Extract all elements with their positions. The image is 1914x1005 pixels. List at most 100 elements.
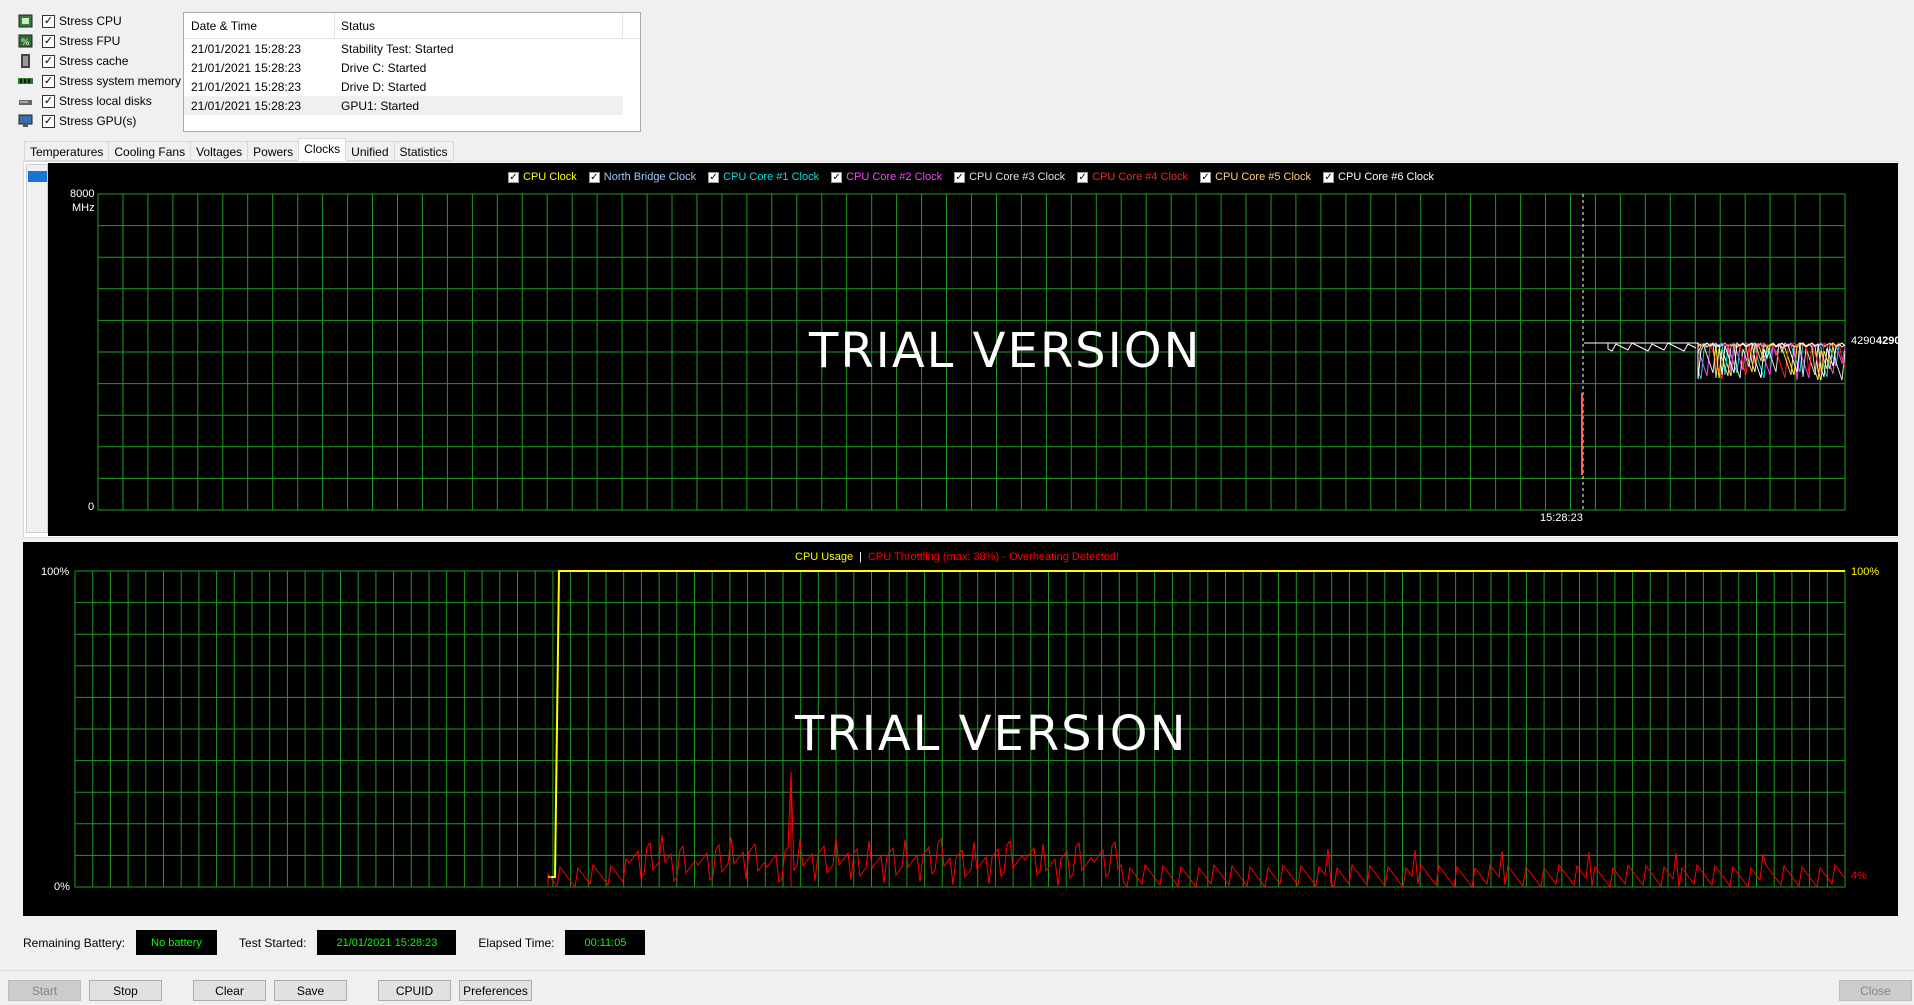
test-started-value: 21/01/2021 15:28:23 [317, 930, 457, 955]
stress-cache-checkbox[interactable]: ✓ [42, 54, 55, 68]
stress-fpu-label: Stress FPU [59, 34, 121, 48]
tab-voltages[interactable]: Voltages [190, 141, 249, 161]
stress-cpu-checkbox[interactable]: ✓ [42, 14, 55, 28]
clock-time-label: 15:28:23 [1540, 512, 1583, 524]
memory-icon [18, 74, 34, 88]
stress-gpu-checkbox[interactable]: ✓ [42, 114, 55, 128]
log-header-status[interactable]: Status [335, 13, 623, 38]
clear-button[interactable]: Clear [193, 980, 266, 1001]
stress-disks-checkbox[interactable]: ✓ [42, 94, 55, 108]
fpu-icon: % [18, 34, 34, 48]
log-row-status: Stability Test: Started [341, 41, 454, 56]
stress-memory-option[interactable]: ✓ Stress system memory [18, 71, 181, 91]
status-bar: Remaining Battery: No battery Test Start… [23, 930, 667, 955]
legend-core5-clock[interactable]: ✓ CPU Core #5 Clock [1200, 171, 1311, 183]
stress-fpu-option[interactable]: % ✓ Stress FPU [18, 31, 181, 51]
log-header: Date & Time Status [184, 13, 640, 39]
stress-disks-option[interactable]: ✓ Stress local disks [18, 91, 181, 111]
test-started-label: Test Started: [239, 935, 307, 950]
log-header-date[interactable]: Date & Time [184, 13, 335, 38]
gpu-icon [18, 114, 34, 128]
clock-legend: ✓ CPU Clock ✓ North Bridge Clock ✓ CPU Core… [508, 171, 1446, 183]
tab-clocks[interactable]: Clocks [298, 138, 347, 161]
legend-checkbox[interactable]: ✓ [1323, 171, 1335, 183]
legend-checkbox[interactable]: ✓ [708, 171, 720, 183]
stress-cpu-label: Stress CPU [59, 14, 122, 28]
log-row-status: Drive D: Started [341, 79, 427, 94]
clock-watermark: TRIAL VERSION [809, 323, 1202, 379]
legend-north-bridge-clock[interactable]: ✓ North Bridge Clock [588, 171, 697, 183]
log-row[interactable]: 21/01/2021 15:28:23 Drive D: Started [184, 77, 640, 96]
battery-value: No battery [136, 930, 218, 955]
legend-checkbox[interactable]: ✓ [1200, 171, 1212, 183]
cpu-throttling-trace [547, 771, 1845, 889]
stress-memory-checkbox[interactable]: ✓ [42, 74, 55, 88]
log-row[interactable]: 21/01/2021 15:28:23 Drive C: Started [184, 58, 640, 77]
usage-title-separator: | [859, 551, 862, 563]
graph-selector-strip[interactable] [26, 164, 48, 533]
stress-disks-label: Stress local disks [59, 94, 152, 108]
preferences-button[interactable]: Preferences [459, 980, 532, 1001]
event-log-table[interactable]: Date & Time Status 21/01/2021 15:28:23 S… [183, 12, 641, 132]
legend-label: CPU Core #5 Clock [1215, 171, 1312, 183]
battery-label: Remaining Battery: [23, 935, 126, 950]
log-row-date: 21/01/2021 15:28:23 [191, 98, 302, 113]
legend-core2-clock[interactable]: ✓ CPU Core #2 Clock [831, 171, 942, 183]
tab-powers[interactable]: Powers [247, 141, 300, 161]
tab-temperatures[interactable]: Temperatures [24, 141, 110, 161]
cpu-icon [18, 14, 34, 28]
stop-button[interactable]: Stop [89, 980, 162, 1001]
legend-checkbox[interactable]: ✓ [954, 171, 966, 183]
tab-statistics[interactable]: Statistics [393, 141, 454, 161]
log-row-status: GPU1: Started [341, 98, 420, 113]
stress-fpu-checkbox[interactable]: ✓ [42, 34, 55, 48]
legend-core1-clock[interactable]: ✓ CPU Core #1 Clock [708, 171, 819, 183]
legend-label: CPU Core #6 Clock [1338, 171, 1435, 183]
legend-label: CPU Clock [523, 171, 577, 183]
legend-core6-clock[interactable]: ✓ CPU Core #6 Clock [1323, 171, 1434, 183]
cpu-clock-noise [1607, 342, 1697, 352]
throttle-title: CPU Throttling (max: 38%) - Overheating … [867, 551, 1120, 563]
tab-unified[interactable]: Unified [345, 141, 395, 161]
log-row[interactable]: 21/01/2021 15:28:23 GPU1: Started [184, 96, 623, 115]
stress-cache-option[interactable]: ✓ Stress cache [18, 51, 181, 71]
legend-checkbox[interactable]: ✓ [1077, 171, 1089, 183]
button-bar: Start Stop Clear Save CPUID Preferences … [0, 970, 1914, 1005]
legend-label: CPU Core #2 Clock [846, 171, 943, 183]
legend-checkbox[interactable]: ✓ [508, 171, 519, 183]
usage-legend: CPU Usage | CPU Throttling (max: 38%) - … [795, 551, 1119, 563]
legend-label: North Bridge Clock [603, 171, 697, 183]
legend-label: CPU Core #3 Clock [969, 171, 1066, 183]
usage-title: CPU Usage [795, 551, 854, 563]
log-row[interactable]: 21/01/2021 15:28:23 Stability Test: Star… [184, 39, 640, 58]
clock-y-max: 8000 [70, 188, 95, 200]
clock-graph: ✓ CPU Clock ✓ North Bridge Clock ✓ CPU Core… [48, 163, 1898, 536]
legend-core4-clock[interactable]: ✓ CPU Core #4 Clock [1077, 171, 1188, 183]
log-row-status: Drive C: Started [341, 60, 427, 75]
legend-cpu-clock[interactable]: ✓ CPU Clock [508, 171, 577, 183]
cache-icon [18, 54, 34, 68]
clock-y-min: 0 [88, 501, 95, 513]
save-button[interactable]: Save [274, 980, 347, 1001]
cpuid-button[interactable]: CPUID [378, 980, 451, 1001]
legend-core3-clock[interactable]: ✓ CPU Core #3 Clock [954, 171, 1065, 183]
legend-label: CPU Core #1 Clock [723, 171, 820, 183]
stress-memory-label: Stress system memory [59, 74, 182, 88]
stress-gpu-option[interactable]: ✓ Stress GPU(s) [18, 111, 181, 131]
legend-checkbox[interactable]: ✓ [588, 171, 600, 183]
graph-tabs: Temperatures Cooling Fans Voltages Power… [24, 138, 454, 161]
legend-checkbox[interactable]: ✓ [831, 171, 843, 183]
clock-value-label: 4290 [1851, 335, 1876, 347]
graph-selector-active[interactable] [28, 171, 47, 182]
stress-options: ✓ Stress CPU % ✓ Stress FPU ✓ Stress cac… [18, 11, 181, 131]
start-button[interactable]: Start [8, 980, 81, 1001]
legend-label: CPU Core #4 Clock [1092, 171, 1189, 183]
usage-y-min: 0% [54, 881, 70, 893]
disk-icon [18, 94, 34, 108]
stress-cache-label: Stress cache [59, 54, 129, 68]
tab-cooling-fans[interactable]: Cooling Fans [108, 141, 192, 161]
log-row-date: 21/01/2021 15:28:23 [191, 41, 302, 56]
stress-cpu-option[interactable]: ✓ Stress CPU [18, 11, 181, 31]
close-button[interactable]: Close [1839, 980, 1912, 1001]
usage-right-value: 100% [1851, 566, 1880, 578]
